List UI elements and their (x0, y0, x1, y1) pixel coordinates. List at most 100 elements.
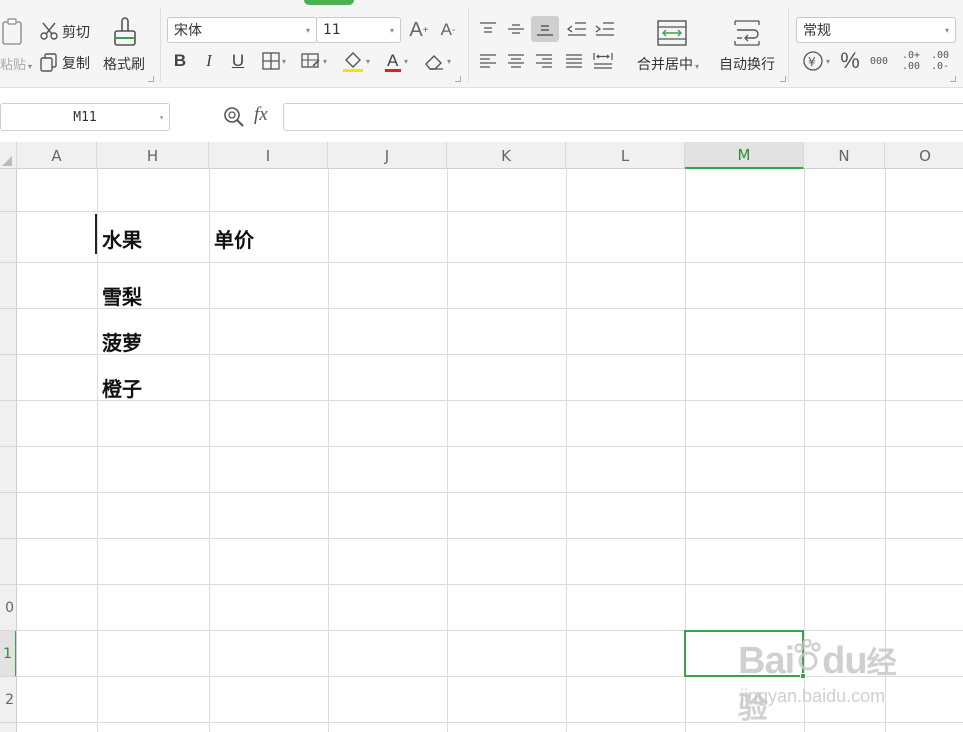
column-header-m[interactable]: M (685, 142, 804, 169)
column-header-j[interactable]: J (328, 142, 447, 169)
column-header-l[interactable]: L (566, 142, 685, 169)
row-header[interactable] (0, 309, 16, 355)
cell-h-header[interactable]: 水果 (102, 224, 142, 253)
row-header[interactable] (0, 401, 16, 447)
cut-button[interactable]: 剪切 (62, 22, 90, 42)
clipboard-group-launcher-icon[interactable] (148, 76, 154, 82)
thousands-separator-icon[interactable]: 000 (866, 48, 892, 74)
fill-color-icon[interactable]: ▾ (338, 48, 374, 74)
wrap-text-button[interactable]: 自动换行 (719, 54, 775, 74)
grid-line (209, 169, 210, 732)
row-header[interactable] (0, 539, 16, 585)
borders-icon[interactable]: ▾ (257, 50, 291, 72)
font-name-select[interactable]: 宋体 ▾ (167, 17, 317, 43)
paste-icon[interactable] (0, 16, 26, 50)
cell-fruit-3[interactable]: 橙子 (102, 373, 142, 402)
merge-center-button[interactable]: 合并居中 ▾ (637, 54, 699, 74)
increase-decimal-icon[interactable]: .0+ .00 (899, 47, 923, 75)
column-header-o[interactable]: O (885, 142, 963, 169)
align-right-icon[interactable] (531, 48, 557, 74)
font-color-icon[interactable]: A ▾ (380, 48, 412, 74)
column-header-i[interactable]: I (209, 142, 328, 169)
copy-button[interactable]: 复制 (62, 53, 90, 73)
merge-center-icon[interactable] (655, 18, 689, 48)
select-all-corner[interactable] (0, 142, 17, 169)
underline-icon[interactable]: U (228, 50, 248, 72)
grid-line (17, 211, 963, 212)
decrease-indent-icon[interactable] (564, 16, 590, 42)
svg-text:A: A (387, 51, 399, 70)
wrap-text-icon[interactable] (730, 18, 764, 48)
cell-fruit-1[interactable]: 雪梨 (102, 281, 142, 310)
watermark-brand: Bai (738, 640, 795, 682)
ribbon-toolbar: 粘贴 ▾ 剪切 复制 格式刷 宋体 ▾ 11 ▾ A + A- B I U ▾ ▾ ▾ … (0, 0, 963, 88)
group-divider (468, 8, 469, 82)
font-group-launcher-icon[interactable] (455, 76, 461, 82)
ribbon-tab-indicator (304, 0, 354, 5)
row-header[interactable] (0, 447, 16, 493)
group-divider (160, 8, 161, 82)
paste-button[interactable]: 粘贴 ▾ (0, 54, 32, 73)
align-center-icon[interactable] (503, 48, 529, 74)
insert-function-button[interactable]: fx (254, 104, 268, 126)
format-painter-icon[interactable] (110, 16, 140, 50)
cell-i-header[interactable]: 单价 (214, 224, 254, 253)
grid-line (17, 446, 963, 447)
italic-icon[interactable]: I (199, 50, 219, 72)
currency-icon[interactable]: ¥ ▾ (798, 48, 834, 74)
align-top-icon[interactable] (475, 16, 501, 42)
grid-line (17, 262, 963, 263)
row-header[interactable]: 0 (0, 585, 16, 631)
zoom-lookup-icon[interactable] (222, 105, 246, 129)
format-painter-button[interactable]: 格式刷 (103, 54, 145, 74)
column-header-n[interactable]: N (804, 142, 885, 169)
align-middle-icon[interactable] (503, 16, 529, 42)
font-size-value: 11 (323, 22, 341, 38)
watermark-brand-2: du (822, 640, 867, 682)
svg-text:¥: ¥ (808, 55, 816, 69)
align-bottom-icon[interactable] (531, 16, 559, 42)
baidu-watermark: Bai du经验 jingyan.baidu.com (738, 630, 918, 725)
decrease-font-size-icon[interactable]: A- (436, 17, 460, 43)
formula-input[interactable] (283, 103, 963, 131)
cut-icon[interactable] (38, 20, 60, 42)
align-left-icon[interactable] (475, 48, 501, 74)
bold-icon[interactable]: B (170, 50, 190, 72)
row-header[interactable] (0, 212, 16, 263)
copy-icon[interactable] (38, 51, 60, 73)
grid-line (17, 492, 963, 493)
clear-format-icon[interactable]: ▾ (420, 48, 454, 74)
name-box-dropdown-icon[interactable]: ▾ (159, 113, 164, 122)
cell-name: M11 (73, 109, 97, 125)
number-format-select[interactable]: 常规 ▾ (796, 17, 956, 43)
increase-indent-icon[interactable] (592, 16, 618, 42)
number-group-launcher-icon[interactable] (950, 76, 956, 82)
increase-font-size-icon[interactable]: A + (407, 17, 431, 43)
row-header[interactable]: 1 (0, 631, 16, 677)
row-header[interactable]: 2 (0, 677, 16, 723)
name-box[interactable]: M11 ▾ (0, 103, 170, 131)
percent-icon[interactable]: % (838, 48, 862, 74)
cell-fruit-2[interactable]: 菠萝 (102, 327, 142, 356)
column-header-a[interactable]: A (17, 142, 97, 169)
justify-icon[interactable] (561, 48, 587, 74)
row-header[interactable] (0, 493, 16, 539)
grid-line (17, 538, 963, 539)
grid-line (17, 584, 963, 585)
grid-line (566, 169, 567, 732)
column-header-h[interactable]: H (97, 142, 209, 169)
decrease-decimal-icon[interactable]: .00 .0- (928, 47, 952, 75)
grid-line (328, 169, 329, 732)
merge-center-label: 合并居中 (637, 57, 693, 73)
grid-line (17, 354, 963, 355)
cell-style-icon[interactable]: ▾ (297, 50, 331, 72)
row-header[interactable] (0, 169, 16, 212)
grid-line (97, 169, 98, 732)
row-header[interactable] (0, 355, 16, 401)
grid-line (17, 308, 963, 309)
row-header[interactable] (0, 263, 16, 309)
column-header-k[interactable]: K (447, 142, 566, 169)
distributed-align-icon[interactable] (590, 48, 616, 74)
font-size-select[interactable]: 11 ▾ (316, 17, 401, 43)
alignment-group-launcher-icon[interactable] (780, 76, 786, 82)
